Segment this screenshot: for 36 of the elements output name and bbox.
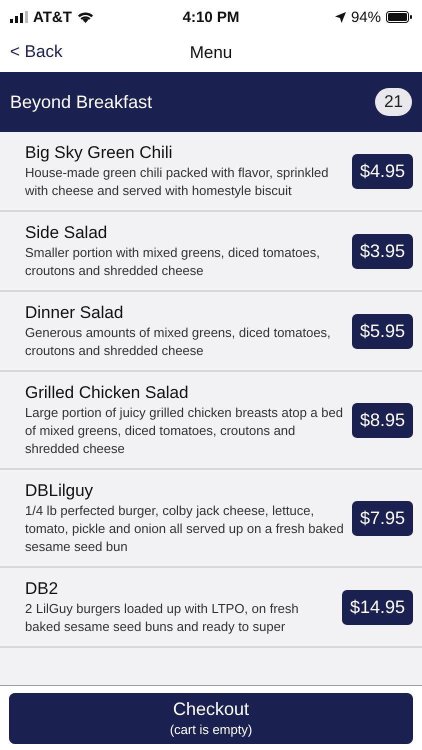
item-name: Grilled Chicken Salad [25,383,190,403]
price-button[interactable]: $7.95 [352,501,413,536]
price-button[interactable]: $3.95 [352,234,413,269]
item-description: 1/4 lb perfected burger, colby jack cheese, lettuce, tomato, pickle and onion all served up on a fresh baked sesame seed bun [25,502,344,556]
checkout-button[interactable]: Checkout (cart is empty) [9,692,413,744]
wifi-icon [76,11,94,23]
battery-icon [386,11,412,23]
back-button[interactable]: < Back [10,42,62,62]
item-description: House-made green chili packed with flavor, sprinkled with cheese and served with homestyle biscuit [25,164,330,200]
carrier-name: AT&T [33,8,72,26]
battery-percent: 94% [350,8,381,26]
signal-icon [10,11,28,23]
menu-item[interactable]: Side Salad Smaller portion with mixed greens, diced tomatoes, croutons and shredded cheese $3.95 [0,212,422,292]
item-description: Generous amounts of mixed greens, diced tomatoes, croutons and shredded cheese [25,324,332,360]
item-description: Large portion of juicy grilled chicken breasts atop a bed of mixed greens, diced tomatoes, croutons and shredded cheese [25,404,344,458]
page-title: Menu [190,43,232,63]
item-count-badge: 21 [375,88,412,116]
price-button[interactable]: $8.95 [352,403,413,438]
location-arrow-icon [334,12,346,22]
item-name: Side Salad [25,223,108,243]
menu-item[interactable]: Dinner Salad Generous amounts of mixed greens, diced tomatoes, croutons and shredded cheese $5.95 [0,292,422,372]
clock-time: 4:10 PM [182,8,240,26]
item-name: DBLilguy [25,481,94,501]
menu-item[interactable]: Grilled Chicken Salad Large portion of juicy grilled chicken breasts atop a bed of mixed greens, diced tomatoes, croutons and shredded cheese $8.95 [0,372,422,470]
item-name: DB2 [25,579,60,599]
menu-item[interactable]: Big Sky Green Chili House-made green chili packed with flavor, sprinkled with cheese and served with homestyle biscuit $4.95 [0,132,422,212]
price-button[interactable]: $4.95 [352,154,413,189]
item-description: 2 LilGuy burgers loaded up with LTPO, on fresh baked sesame seed buns and ready to super [25,600,300,636]
item-name: Dinner Salad [25,303,124,323]
item-name: Big Sky Green Chili [25,143,174,163]
section-title: Beyond Breakfast [10,92,152,112]
price-button[interactable]: $5.95 [352,314,413,349]
item-description: Smaller portion with mixed greens, diced tomatoes, croutons and shredded cheese [25,244,321,280]
price-button[interactable]: $14.95 [342,590,413,625]
menu-item[interactable]: DBLilguy 1/4 lb perfected burger, colby jack cheese, lettuce, tomato, pickle and onion all served up on a fresh baked sesame seed bun $7.95 [0,470,422,568]
menu-item[interactable]: DB2 2 LilGuy burgers loaded up with LTPO, on fresh baked sesame seed buns and ready to super $14.95 [0,568,422,648]
